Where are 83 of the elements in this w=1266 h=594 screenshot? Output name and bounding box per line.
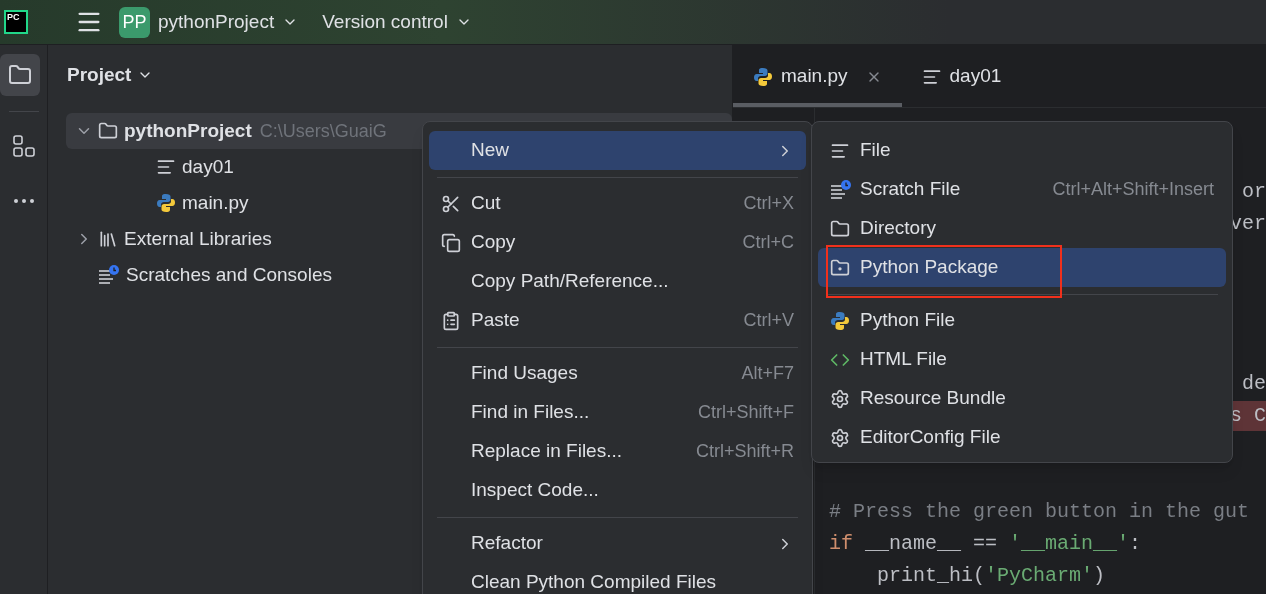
menu-item[interactable]: Python Package (818, 248, 1226, 287)
scratch-icon (98, 265, 120, 285)
code-line: or (1242, 179, 1266, 205)
app-logo[interactable]: PC (4, 10, 28, 34)
menu-item-label: Refactor (471, 531, 543, 556)
shortcut-hint: Ctrl+Alt+Shift+Insert (1052, 178, 1214, 201)
shortcut-hint: Alt+F7 (741, 362, 794, 385)
shortcut-hint: Ctrl+V (743, 309, 794, 332)
code-line: if __name__ == '__main__': (829, 531, 1142, 557)
tab-label: day01 (949, 64, 1002, 89)
folder-icon (830, 218, 850, 239)
menu-item-label: Inspect Code... (471, 478, 599, 503)
shortcut-hint: Ctrl+Shift+R (695, 440, 794, 463)
python-logo-icon (830, 310, 850, 331)
more-icon (13, 199, 34, 203)
menu-item[interactable]: HTML File (818, 340, 1226, 379)
project-name: pythonProject (158, 9, 275, 34)
tab-label: main.py (781, 64, 848, 89)
menu-item[interactable]: Clean Python Compiled Files (429, 563, 806, 594)
menu-item-label: EditorConfig File (860, 425, 1001, 450)
menu-item[interactable]: Copy Path/Reference... (429, 262, 806, 301)
menu-item[interactable]: New (429, 131, 806, 170)
menu-item-label: Resource Bundle (860, 386, 1006, 411)
tree-item-label: Scratches and Consoles (126, 262, 332, 287)
menu-item[interactable]: Scratch File Ctrl+Alt+Shift+Insert (818, 170, 1226, 209)
structure-icon (11, 134, 36, 158)
project-switcher[interactable]: PP pythonProject (119, 6, 299, 38)
menu-item[interactable]: Directory (818, 209, 1226, 248)
menu-item[interactable]: Replace in Files... Ctrl+Shift+R (429, 432, 806, 471)
menu-item-label: Copy Path/Reference... (471, 269, 669, 294)
python-logo-icon (753, 66, 773, 87)
menu-item-label: Scratch File (860, 177, 961, 202)
menu-item-label: Cut (471, 191, 501, 216)
menu-item[interactable]: Refactor (429, 524, 806, 563)
menu-item-label: Find in Files... (471, 400, 590, 425)
shortcut-hint: Ctrl+Shift+F (697, 401, 794, 424)
menu-item[interactable]: Find in Files... Ctrl+Shift+F (429, 393, 806, 432)
menu-item[interactable]: Copy Ctrl+C (429, 223, 806, 262)
tree-item-label: External Libraries (124, 226, 272, 251)
package-folder-icon (830, 257, 850, 278)
vcs-menu[interactable]: Version control (322, 7, 472, 37)
folder-icon (98, 121, 118, 141)
menu-item-label: HTML File (860, 347, 947, 372)
menu-item-label: Python File (860, 308, 956, 333)
scissors-icon (441, 193, 461, 214)
python-logo-icon (156, 193, 176, 213)
tool-window-button[interactable] (0, 54, 40, 96)
menu-item-label: Python Package (860, 255, 999, 280)
editor-tab[interactable]: day01 (901, 50, 1022, 107)
menu-item-label: Clean Python Compiled Files (471, 570, 716, 594)
menu-item[interactable]: Cut Ctrl+X (429, 184, 806, 223)
tree-item-label: day01 (182, 154, 234, 179)
project-badge: PP (119, 6, 150, 38)
menu-item-label: Copy (471, 230, 516, 255)
menu-item-label: File (860, 138, 891, 163)
tree-item-label: pythonProject (124, 118, 252, 143)
gear-icon (830, 388, 850, 409)
menu-item-label: Paste (471, 308, 520, 333)
scratch-icon (830, 179, 852, 200)
copy-icon (441, 232, 461, 253)
library-icon (98, 229, 118, 249)
clipboard-icon (441, 310, 461, 331)
shortcut-hint: Ctrl+C (742, 231, 794, 254)
tree-item-label: main.py (182, 190, 249, 215)
menu-item[interactable]: Find Usages Alt+F7 (429, 354, 806, 393)
menu-item[interactable]: File (818, 131, 1226, 170)
menu-item[interactable]: Python File (818, 301, 1226, 340)
menu-item[interactable]: Paste Ctrl+V (429, 301, 806, 340)
menu-item-label: Directory (860, 216, 936, 241)
text-file-icon (156, 157, 176, 177)
menu-item-label: Replace in Files... (471, 439, 622, 464)
menu-item[interactable]: EditorConfig File (818, 418, 1226, 457)
shortcut-hint: Ctrl+X (743, 192, 794, 215)
panel-title[interactable]: Project (67, 60, 154, 90)
code-line: de (1242, 371, 1266, 397)
gear-icon (830, 427, 850, 448)
menu-item-label: Find Usages (471, 361, 578, 386)
code-line: print_hi('PyCharm') (876, 563, 1106, 589)
project-path: C:\Users\GuaiG (259, 119, 387, 143)
code-line: # Press the green button in the gut (829, 499, 1250, 525)
folder-icon (7, 63, 32, 87)
menu-item[interactable]: Resource Bundle (818, 379, 1226, 418)
menu-item[interactable]: Inspect Code... (429, 471, 806, 510)
